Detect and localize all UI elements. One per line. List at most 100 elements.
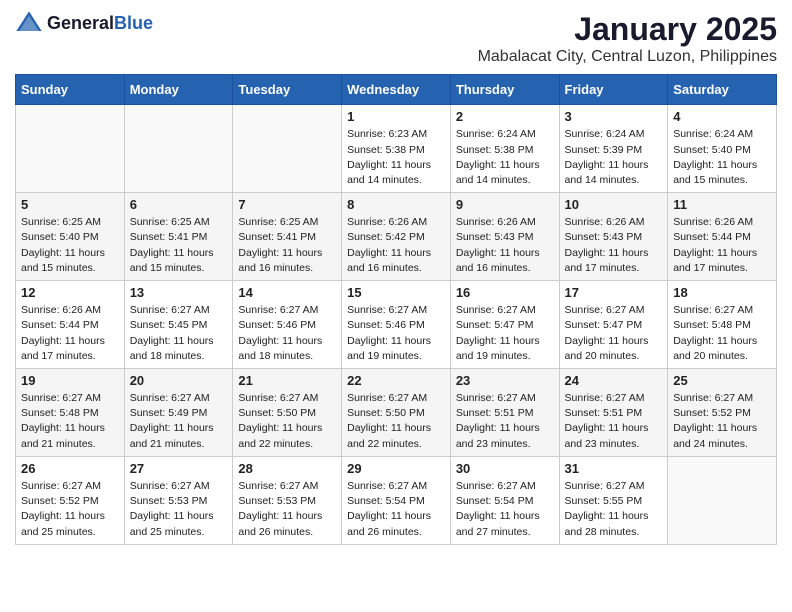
calendar-cell: 2 Sunrise: 6:24 AMSunset: 5:38 PMDaylight… (450, 105, 559, 193)
day-number: 15 (347, 285, 445, 300)
calendar-week-row: 5Sunrise: 6:25 AMSunset: 5:40 PMDaylight… (16, 193, 777, 281)
day-number: 18 (673, 285, 771, 300)
calendar-cell: 11 Sunrise: 6:26 AMSunset: 5:44 PMDayligh… (668, 193, 777, 281)
col-header-tuesday: Tuesday (233, 75, 342, 105)
calendar-cell: 9 Sunrise: 6:26 AMSunset: 5:43 PMDaylight… (450, 193, 559, 281)
day-info: Sunrise: 6:26 AMSunset: 5:43 PMDaylight:… (565, 215, 663, 276)
day-info: Sunrise: 6:27 AMSunset: 5:51 PMDaylight:… (565, 391, 663, 452)
day-number: 16 (456, 285, 554, 300)
day-number: 14 (238, 285, 336, 300)
day-number: 29 (347, 461, 445, 476)
calendar-cell: 31Sunrise: 6:27 AMSunset: 5:55 PMDayligh… (559, 456, 668, 544)
day-info: Sunrise: 6:27 AMSunset: 5:46 PMDaylight:… (238, 303, 336, 364)
day-info: Sunrise: 6:27 AMSunset: 5:55 PMDaylight:… (565, 479, 663, 540)
day-info: Sunrise: 6:24 AMSunset: 5:38 PMDaylight:… (456, 127, 554, 188)
calendar-week-row: 19Sunrise: 6:27 AMSunset: 5:48 PMDayligh… (16, 369, 777, 457)
day-number: 1 (347, 109, 445, 124)
month-title: January 2025 (478, 10, 777, 48)
calendar-cell: 17 Sunrise: 6:27 AMSunset: 5:47 PMDayligh… (559, 281, 668, 369)
logo-general-text: General (47, 14, 114, 34)
calendar-cell: 13 Sunrise: 6:27 AMSunset: 5:45 PMDayligh… (124, 281, 233, 369)
day-number: 22 (347, 373, 445, 388)
calendar-cell: 26Sunrise: 6:27 AMSunset: 5:52 PMDayligh… (16, 456, 125, 544)
calendar-cell: 25 Sunrise: 6:27 AMSunset: 5:52 PMDayligh… (668, 369, 777, 457)
logo-blue-text: Blue (114, 14, 153, 34)
day-info: Sunrise: 6:26 AMSunset: 5:42 PMDaylight:… (347, 215, 445, 276)
day-number: 4 (673, 109, 771, 124)
day-number: 25 (673, 373, 771, 388)
calendar-cell: 21Sunrise: 6:27 AMSunset: 5:50 PMDayligh… (233, 369, 342, 457)
calendar-cell: 6 Sunrise: 6:25 AMSunset: 5:41 PMDaylight… (124, 193, 233, 281)
day-info: Sunrise: 6:26 AMSunset: 5:44 PMDaylight:… (21, 303, 119, 364)
day-info: Sunrise: 6:26 AMSunset: 5:44 PMDaylight:… (673, 215, 771, 276)
day-info: Sunrise: 6:27 AMSunset: 5:53 PMDaylight:… (238, 479, 336, 540)
calendar-cell: 19Sunrise: 6:27 AMSunset: 5:48 PMDayligh… (16, 369, 125, 457)
col-header-thursday: Thursday (450, 75, 559, 105)
calendar-cell (233, 105, 342, 193)
day-info: Sunrise: 6:24 AMSunset: 5:40 PMDaylight:… (673, 127, 771, 188)
col-header-saturday: Saturday (668, 75, 777, 105)
day-info: Sunrise: 6:27 AMSunset: 5:47 PMDaylight:… (456, 303, 554, 364)
day-info: Sunrise: 6:27 AMSunset: 5:52 PMDaylight:… (673, 391, 771, 452)
calendar-cell: 3Sunrise: 6:24 AMSunset: 5:39 PMDaylight… (559, 105, 668, 193)
day-number: 13 (130, 285, 228, 300)
day-info: Sunrise: 6:27 AMSunset: 5:53 PMDaylight:… (130, 479, 228, 540)
day-info: Sunrise: 6:27 AMSunset: 5:45 PMDaylight:… (130, 303, 228, 364)
day-info: Sunrise: 6:27 AMSunset: 5:47 PMDaylight:… (565, 303, 663, 364)
calendar-cell (668, 456, 777, 544)
day-info: Sunrise: 6:27 AMSunset: 5:49 PMDaylight:… (130, 391, 228, 452)
day-number: 24 (565, 373, 663, 388)
calendar-cell: 5Sunrise: 6:25 AMSunset: 5:40 PMDaylight… (16, 193, 125, 281)
day-info: Sunrise: 6:26 AMSunset: 5:43 PMDaylight:… (456, 215, 554, 276)
calendar-cell: 22 Sunrise: 6:27 AMSunset: 5:50 PMDayligh… (342, 369, 451, 457)
day-info: Sunrise: 6:25 AMSunset: 5:41 PMDaylight:… (130, 215, 228, 276)
calendar-cell: 18Sunrise: 6:27 AMSunset: 5:48 PMDayligh… (668, 281, 777, 369)
page-header: General Blue January 2025 Mabalacat City… (15, 10, 777, 66)
day-info: Sunrise: 6:27 AMSunset: 5:48 PMDaylight:… (21, 391, 119, 452)
calendar-header-row: SundayMondayTuesdayWednesdayThursdayFrid… (16, 75, 777, 105)
calendar-cell: 29Sunrise: 6:27 AMSunset: 5:54 PMDayligh… (342, 456, 451, 544)
day-number: 7 (238, 197, 336, 212)
day-number: 5 (21, 197, 119, 212)
day-number: 11 (673, 197, 771, 212)
location-title: Mabalacat City, Central Luzon, Philippin… (478, 48, 777, 66)
day-number: 17 (565, 285, 663, 300)
day-number: 10 (565, 197, 663, 212)
day-number: 3 (565, 109, 663, 124)
day-number: 9 (456, 197, 554, 212)
day-info: Sunrise: 6:27 AMSunset: 5:50 PMDaylight:… (347, 391, 445, 452)
calendar-cell: 8Sunrise: 6:26 AMSunset: 5:42 PMDaylight… (342, 193, 451, 281)
calendar-cell: 12Sunrise: 6:26 AMSunset: 5:44 PMDayligh… (16, 281, 125, 369)
calendar-cell: 27 Sunrise: 6:27 AMSunset: 5:53 PMDayligh… (124, 456, 233, 544)
day-info: Sunrise: 6:27 AMSunset: 5:46 PMDaylight:… (347, 303, 445, 364)
col-header-monday: Monday (124, 75, 233, 105)
logo: General Blue (15, 10, 153, 38)
calendar-cell (124, 105, 233, 193)
day-info: Sunrise: 6:27 AMSunset: 5:51 PMDaylight:… (456, 391, 554, 452)
calendar-cell: 4 Sunrise: 6:24 AMSunset: 5:40 PMDaylight… (668, 105, 777, 193)
col-header-sunday: Sunday (16, 75, 125, 105)
calendar-cell: 16 Sunrise: 6:27 AMSunset: 5:47 PMDayligh… (450, 281, 559, 369)
calendar-table: SundayMondayTuesdayWednesdayThursdayFrid… (15, 74, 777, 544)
calendar-cell: 24 Sunrise: 6:27 AMSunset: 5:51 PMDayligh… (559, 369, 668, 457)
calendar-week-row: 12Sunrise: 6:26 AMSunset: 5:44 PMDayligh… (16, 281, 777, 369)
col-header-wednesday: Wednesday (342, 75, 451, 105)
calendar-cell: 10 Sunrise: 6:26 AMSunset: 5:43 PMDayligh… (559, 193, 668, 281)
calendar-cell: 14 Sunrise: 6:27 AMSunset: 5:46 PMDayligh… (233, 281, 342, 369)
day-info: Sunrise: 6:27 AMSunset: 5:54 PMDaylight:… (456, 479, 554, 540)
day-info: Sunrise: 6:25 AMSunset: 5:41 PMDaylight:… (238, 215, 336, 276)
logo-icon (15, 10, 43, 38)
col-header-friday: Friday (559, 75, 668, 105)
day-number: 6 (130, 197, 228, 212)
calendar-cell: 23Sunrise: 6:27 AMSunset: 5:51 PMDayligh… (450, 369, 559, 457)
calendar-cell: 28Sunrise: 6:27 AMSunset: 5:53 PMDayligh… (233, 456, 342, 544)
calendar-cell (16, 105, 125, 193)
day-number: 27 (130, 461, 228, 476)
calendar-cell: 7 Sunrise: 6:25 AMSunset: 5:41 PMDaylight… (233, 193, 342, 281)
day-number: 2 (456, 109, 554, 124)
calendar-cell: 1Sunrise: 6:23 AMSunset: 5:38 PMDaylight… (342, 105, 451, 193)
title-block: January 2025 Mabalacat City, Central Luz… (478, 10, 777, 66)
day-number: 26 (21, 461, 119, 476)
day-number: 20 (130, 373, 228, 388)
calendar-cell: 30Sunrise: 6:27 AMSunset: 5:54 PMDayligh… (450, 456, 559, 544)
